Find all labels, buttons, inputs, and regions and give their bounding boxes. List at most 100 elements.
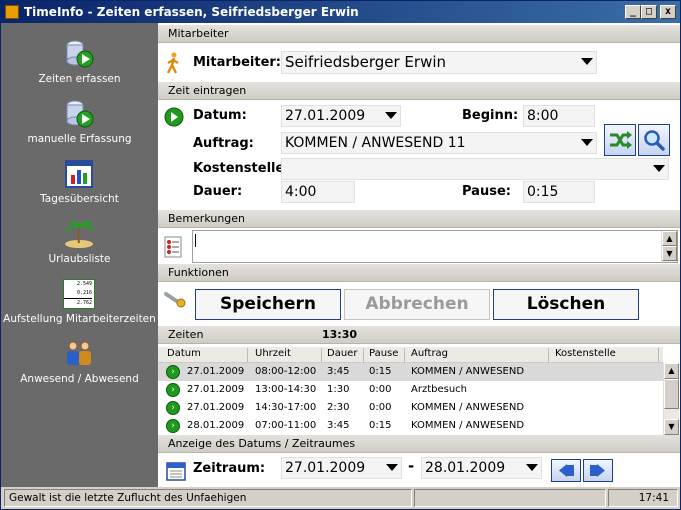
person-walking-icon [166, 52, 179, 74]
datum-label: Datum: [193, 108, 247, 123]
sidebar-item-label: Anwesend / Abwesend [20, 373, 139, 385]
zeitraum-separator: - [408, 457, 415, 475]
chevron-down-icon [653, 165, 665, 172]
auftrag-select[interactable]: KOMMEN / ANWESEND 11 [281, 132, 597, 154]
chevron-down-icon [581, 58, 593, 65]
zeitraum-to-value: 28.01.2009 [425, 460, 506, 476]
section-header-mitarbeiter: Mitarbeiter [158, 25, 680, 43]
title-bar[interactable]: TimeInfo - Zeiten erfassen, Seifriedsber… [1, 1, 680, 23]
mitarbeiter-value: Seifriedsberger Erwin [285, 53, 447, 71]
previous-period-button[interactable] [551, 459, 581, 482]
minimize-button[interactable]: _ [625, 5, 641, 19]
shuffle-icon [610, 131, 632, 149]
column-header[interactable]: Datum [167, 348, 201, 359]
bemerkungen-textarea[interactable]: ▲ ▼ [192, 230, 678, 263]
sidebar-item-tagesuebersicht[interactable]: Tagesübersicht [1, 151, 158, 207]
list-icon [164, 236, 182, 258]
datum-value: 27.01.2009 [285, 108, 366, 124]
go-icon: › [166, 419, 180, 433]
table-row[interactable]: › 27.01.2009 14:30-17:00 2:30 0:00 KOMME… [158, 399, 663, 417]
clock-play-icon [66, 40, 94, 68]
sidebar-item-label: Zeiten erfassen [38, 73, 121, 85]
shuffle-button[interactable] [604, 124, 636, 156]
scroll-up-arrow[interactable]: ▲ [664, 363, 679, 379]
calendar-icon [166, 462, 186, 481]
chevron-down-icon [526, 464, 538, 471]
chevron-down-icon [385, 112, 397, 119]
auftrag-value: KOMMEN / ANWESEND 11 [285, 135, 466, 151]
column-header[interactable]: Kostenstelle [555, 348, 616, 359]
people-icon [67, 341, 91, 365]
zeiten-grid-header: Datum Uhrzeit Dauer Pause Auftrag Kosten… [158, 347, 663, 363]
beginn-label: Beginn: [462, 108, 519, 123]
sidebar-item-zeiten-erfassen[interactable]: Zeiten erfassen [1, 31, 158, 87]
search-button[interactable] [638, 124, 670, 156]
next-period-button[interactable] [583, 459, 613, 482]
bemerkungen-scrollbar[interactable]: ▲ ▼ [661, 231, 677, 262]
zeitraum-from-value: 27.01.2009 [285, 460, 366, 476]
go-icon [164, 107, 184, 127]
kostenstelle-label: Kostenstelle: [193, 161, 290, 176]
chart-icon [65, 160, 93, 188]
wrench-icon [164, 292, 186, 308]
zeiten-total: 13:30 [322, 328, 358, 341]
sidebar-item-aufstellung-mitarbeiterzeiten[interactable]: 2.549 0.216 2.762 Aufstellung Mitarbeite… [1, 271, 158, 327]
arrow-left-icon [559, 464, 574, 477]
app-window: TimeInfo - Zeiten erfassen, Seifriedsber… [0, 0, 681, 510]
column-header[interactable]: Auftrag [411, 348, 448, 359]
column-header[interactable]: Pause [369, 348, 398, 359]
kostenstelle-select[interactable] [281, 158, 669, 180]
main-content: Mitarbeiter Mitarbeiter: Seifriedsberger… [158, 23, 680, 487]
datum-picker[interactable]: 27.01.2009 [281, 105, 401, 127]
zeiten-label: Zeiten [168, 328, 204, 341]
beginn-input[interactable]: 8:00 [523, 105, 595, 127]
section-header-funktionen: Funktionen [158, 264, 680, 282]
zeitraum-from-picker[interactable]: 27.01.2009 [281, 457, 402, 479]
table-icon: 2.549 0.216 2.762 [63, 279, 95, 309]
island-icon [65, 220, 95, 248]
speichern-button[interactable]: Speichern [195, 289, 341, 320]
status-panel-middle [414, 489, 606, 507]
status-clock: 17:41 [608, 489, 678, 507]
column-header[interactable]: Uhrzeit [255, 348, 291, 359]
sidebar-item-anwesend-abwesend[interactable]: Anwesend / Abwesend [1, 331, 158, 387]
zeiten-scrollbar[interactable]: ▲ ▼ [663, 363, 679, 435]
maximize-button[interactable]: □ [641, 5, 657, 19]
mitarbeiter-label: Mitarbeiter: [193, 55, 282, 70]
sidebar: Zeiten erfassen manuelle Erfassung Tages… [1, 23, 158, 487]
zeitraum-to-picker[interactable]: 28.01.2009 [421, 457, 542, 479]
status-message: Gewalt ist die letzte Zuflucht des Unfae… [4, 489, 412, 507]
close-button[interactable]: x [660, 5, 676, 19]
abbrechen-button[interactable]: Abbrechen [344, 289, 490, 320]
chevron-down-icon [386, 464, 398, 471]
section-header-anzeige: Anzeige des Datums / Zeitraumes [158, 435, 680, 453]
scroll-down-arrow[interactable]: ▼ [664, 419, 679, 435]
scroll-thumb[interactable] [664, 379, 679, 409]
zeitraum-label: Zeitraum: [193, 461, 266, 476]
loeschen-button[interactable]: Löschen [493, 289, 639, 320]
sidebar-item-label: manuelle Erfassung [27, 133, 132, 145]
scroll-up-arrow[interactable]: ▲ [662, 231, 677, 246]
search-icon [644, 130, 665, 151]
column-header[interactable]: Dauer [327, 348, 357, 359]
pause-input[interactable]: 0:15 [523, 181, 595, 203]
pause-label: Pause: [462, 184, 511, 199]
table-row[interactable]: › 28.01.2009 07:00-11:00 3:45 0:15 KOMME… [158, 417, 663, 435]
section-header-zeiten: Zeiten 13:30 [158, 326, 680, 344]
dauer-label: Dauer: [193, 184, 243, 199]
sidebar-item-label: Tagesübersicht [40, 193, 119, 205]
sidebar-item-label: Urlaubsliste [48, 253, 111, 265]
table-row[interactable]: › 27.01.2009 08:00-12:00 3:45 0:15 KOMME… [158, 363, 663, 381]
sidebar-item-urlaubsliste[interactable]: Urlaubsliste [1, 211, 158, 267]
sidebar-item-manuelle-erfassung[interactable]: manuelle Erfassung [1, 91, 158, 147]
scroll-down-arrow[interactable]: ▼ [662, 246, 677, 261]
table-row[interactable]: › 27.01.2009 13:00-14:30 1:30 0:00 Arztb… [158, 381, 663, 399]
go-icon: › [166, 365, 180, 379]
section-header-bemerkungen: Bemerkungen [158, 210, 680, 228]
section-header-zeit-eintragen: Zeit eintragen [158, 82, 680, 100]
mitarbeiter-select[interactable]: Seifriedsberger Erwin [281, 51, 597, 74]
dauer-input[interactable]: 4:00 [281, 181, 355, 203]
sidebar-item-label: Aufstellung Mitarbeiterzeiten [3, 313, 156, 325]
arrow-right-icon [590, 464, 605, 477]
go-icon: › [166, 383, 180, 397]
